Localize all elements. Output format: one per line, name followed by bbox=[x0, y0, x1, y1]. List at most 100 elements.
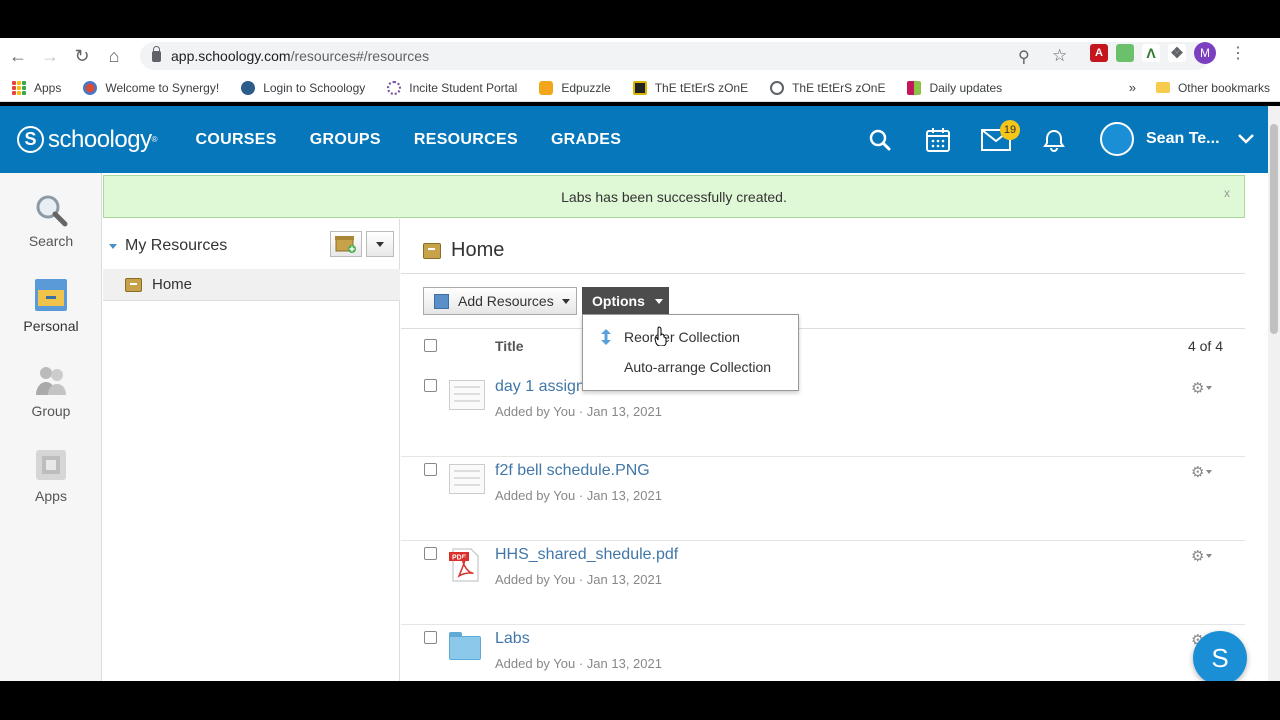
nav-resources[interactable]: RESOURCES bbox=[414, 131, 518, 149]
resource-meta: Added by You · Jan 13, 2021 bbox=[495, 656, 662, 671]
incite-icon bbox=[387, 80, 402, 95]
resource-meta: Added by You · Jan 13, 2021 bbox=[495, 572, 662, 587]
add-collection-icon bbox=[335, 236, 356, 253]
tree-item-home[interactable]: Home bbox=[103, 269, 400, 301]
row-gear-menu[interactable]: ⚙ bbox=[1191, 547, 1213, 565]
acrobat-extension-icon[interactable]: A bbox=[1090, 44, 1108, 62]
rail-apps[interactable]: Apps bbox=[0, 448, 102, 504]
resource-meta: Added by You · Jan 13, 2021 bbox=[495, 404, 662, 419]
more-bookmarks-icon[interactable]: » bbox=[1129, 80, 1136, 95]
resource-link[interactable]: HHS_shared_shedule.pdf bbox=[495, 546, 678, 564]
notifications-bell-icon[interactable] bbox=[1036, 122, 1072, 158]
lock-icon bbox=[152, 45, 161, 62]
scroll-thumb[interactable] bbox=[1270, 124, 1278, 334]
pdf-file-icon: PDF bbox=[449, 548, 485, 582]
bookmark-edpuzzle[interactable]: Edpuzzle bbox=[539, 80, 611, 95]
row-gear-menu[interactable]: ⚙ bbox=[1191, 463, 1213, 481]
folder-icon bbox=[1155, 82, 1170, 93]
user-menu[interactable]: Sean Te... bbox=[1100, 122, 1254, 156]
calendar-icon[interactable] bbox=[920, 122, 956, 158]
collapse-triangle-icon bbox=[109, 243, 117, 249]
tree-dropdown-button[interactable] bbox=[366, 231, 394, 257]
schoology-icon bbox=[241, 80, 256, 95]
green-extension-icon[interactable] bbox=[1116, 44, 1134, 62]
nav-courses[interactable]: COURSES bbox=[195, 131, 276, 149]
star-bookmark-icon[interactable]: ☆ bbox=[1052, 46, 1067, 66]
row-gear-menu[interactable]: ⚙ bbox=[1191, 379, 1213, 397]
bottom-letterbox bbox=[0, 681, 1280, 720]
bookmark-incite[interactable]: Incite Student Portal bbox=[387, 80, 517, 95]
row-checkbox[interactable] bbox=[424, 547, 437, 560]
rail-personal[interactable]: Personal bbox=[0, 278, 102, 334]
kebab-menu-icon[interactable]: ⋮ bbox=[1230, 43, 1246, 63]
gear-icon: ⚙ bbox=[1191, 548, 1205, 565]
bookmark-teters-zone-2[interactable]: ThE tEtErS zOnE bbox=[770, 80, 885, 95]
row-checkbox[interactable] bbox=[424, 463, 437, 476]
schoology-logo[interactable]: S schoology ® bbox=[17, 126, 157, 154]
row-checkbox[interactable] bbox=[424, 379, 437, 392]
back-icon[interactable]: ← bbox=[2, 40, 34, 72]
address-bar[interactable]: app.schoology.com/resources#/resources bbox=[140, 42, 1210, 70]
column-title: Title bbox=[495, 338, 524, 354]
item-count: 4 of 4 bbox=[1187, 338, 1223, 354]
rail-group[interactable]: Group bbox=[0, 363, 102, 419]
success-alert: Labs has been successfully created. x bbox=[103, 175, 1245, 218]
message-count-badge: 19 bbox=[1000, 120, 1020, 140]
select-all-checkbox[interactable] bbox=[424, 339, 437, 352]
forward-icon[interactable]: → bbox=[34, 40, 66, 72]
nav-grades[interactable]: GRADES bbox=[551, 131, 621, 149]
divider bbox=[401, 273, 1245, 274]
bookmark-teters-zone-1[interactable]: ThE tEtErS zOnE bbox=[632, 80, 748, 95]
caret-down-icon bbox=[654, 298, 663, 304]
other-bookmarks[interactable]: Other bookmarks bbox=[1178, 81, 1270, 95]
menu-item-auto-arrange-collection[interactable]: Auto-arrange Collection bbox=[583, 352, 798, 382]
url-text: app.schoology.com/resources#/resources bbox=[171, 48, 430, 64]
left-rail: Search Personal Group Apps bbox=[0, 173, 102, 681]
menu-item-reorder-collection[interactable]: Reorder Collection bbox=[583, 322, 798, 352]
collection-box-icon bbox=[125, 277, 142, 292]
row-checkbox[interactable] bbox=[424, 631, 437, 644]
bookmark-apps[interactable]: Apps bbox=[12, 80, 61, 95]
bookmark-synergy[interactable]: Welcome to Synergy! bbox=[83, 80, 219, 95]
messages-icon[interactable]: 19 bbox=[978, 120, 1020, 158]
globe-icon bbox=[770, 80, 785, 95]
edpuzzle-icon bbox=[539, 80, 554, 95]
puzzle-extensions-icon[interactable]: ❖ bbox=[1168, 44, 1186, 62]
bookmark-schoology[interactable]: Login to Schoology bbox=[241, 80, 365, 95]
resource-link[interactable]: f2f bell schedule.PNG bbox=[495, 462, 650, 480]
magnifier-icon bbox=[36, 195, 68, 227]
caret-down-icon bbox=[561, 298, 570, 304]
page-title: Home bbox=[423, 239, 504, 262]
profile-avatar[interactable]: M bbox=[1194, 42, 1216, 64]
rail-search[interactable]: Search bbox=[0, 193, 102, 249]
table-row: PDF HHS_shared_shedule.pdf Added by You … bbox=[401, 541, 1245, 625]
bookmark-daily-updates[interactable]: Daily updates bbox=[907, 80, 1002, 95]
home-icon[interactable]: ⌂ bbox=[98, 40, 130, 72]
zoom-icon[interactable]: ⚲ bbox=[1018, 47, 1030, 67]
image-file-icon bbox=[449, 464, 485, 494]
folder-icon bbox=[449, 632, 485, 662]
gear-icon: ⚙ bbox=[1191, 380, 1205, 397]
alert-message: Labs has been successfully created. bbox=[561, 188, 787, 205]
add-collection-button[interactable] bbox=[330, 231, 362, 257]
my-resources-header[interactable]: My Resources bbox=[109, 237, 227, 255]
table-row: f2f bell schedule.PNG Added by You · Jan… bbox=[401, 457, 1245, 541]
bookmarks-bar: Apps Welcome to Synergy! Login to School… bbox=[0, 74, 1280, 102]
options-button[interactable]: Options bbox=[582, 287, 669, 315]
synergy-icon bbox=[83, 80, 98, 95]
table-row: day 1 assign.PNG Added by You · Jan 13, … bbox=[401, 373, 1245, 457]
add-resources-button[interactable]: Add Resources bbox=[423, 287, 577, 315]
nav-groups[interactable]: GROUPS bbox=[310, 131, 381, 149]
resource-link[interactable]: Labs bbox=[495, 630, 530, 648]
group-icon bbox=[36, 367, 66, 395]
schoology-help-button[interactable]: S bbox=[1193, 631, 1247, 685]
options-dropdown-menu: Reorder Collection Auto-arrange Collecti… bbox=[582, 314, 799, 391]
search-icon[interactable] bbox=[862, 122, 898, 158]
close-icon[interactable]: x bbox=[1224, 186, 1230, 200]
resource-tree: My Resources Home bbox=[103, 219, 400, 681]
edpuzzle-extension-icon[interactable]: Λ bbox=[1142, 44, 1160, 62]
page-scrollbar[interactable] bbox=[1268, 106, 1280, 681]
collection-content: Home Add Resources Options Title 4 of 4 … bbox=[401, 219, 1245, 709]
bookmark-icon bbox=[632, 80, 647, 95]
reload-icon[interactable]: ↻ bbox=[66, 40, 98, 72]
